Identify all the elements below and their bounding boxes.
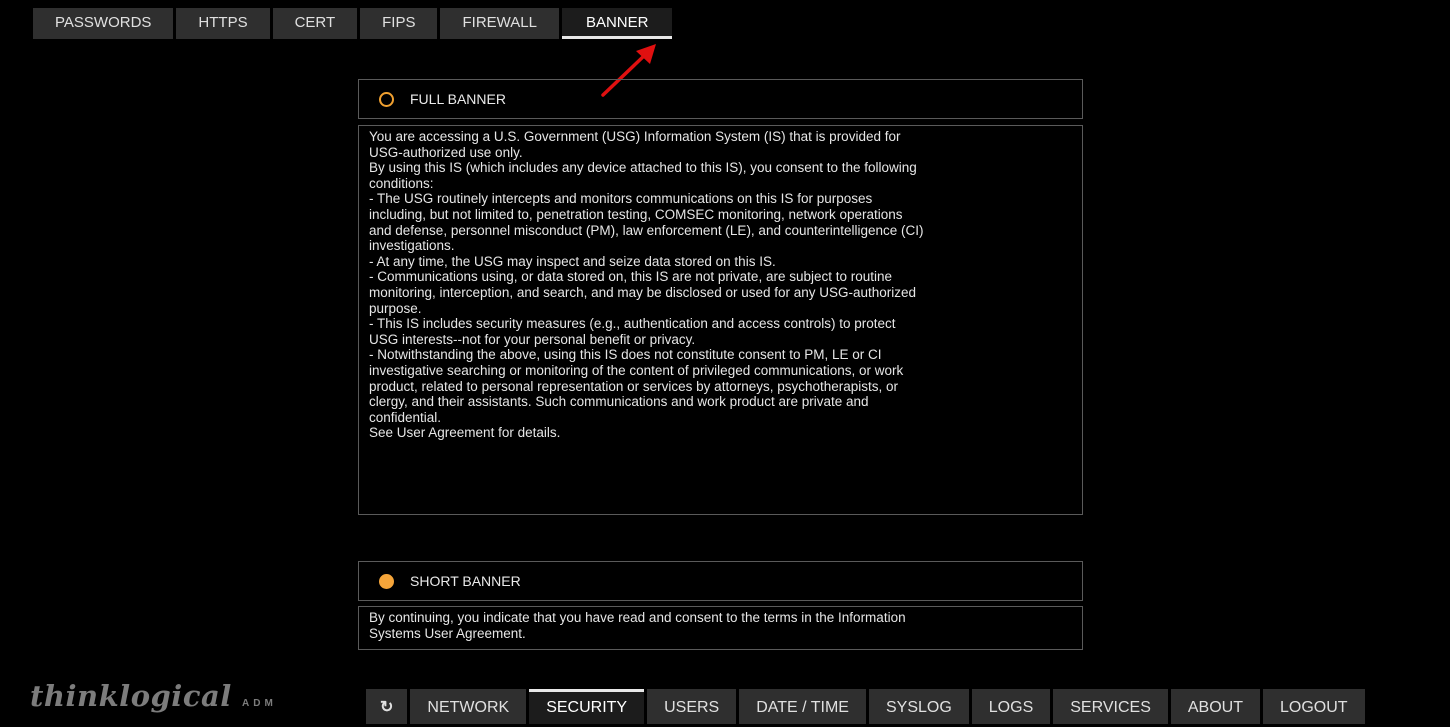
- nav-logout[interactable]: LOGOUT: [1263, 689, 1365, 724]
- text-line: USG-authorized use only.: [369, 144, 523, 160]
- text-line: confidential.: [369, 409, 442, 425]
- text-line: You are accessing a U.S. Government (USG…: [369, 129, 901, 144]
- text-line: monitoring, interception, and search, an…: [369, 284, 917, 300]
- text-line: conditions:: [369, 175, 434, 191]
- text-line: By continuing, you indicate that you hav…: [369, 610, 906, 625]
- full-banner-text: You are accessing a U.S. Government (USG…: [358, 125, 1083, 515]
- refresh-icon[interactable]: ↻: [366, 689, 408, 724]
- text-line: investigations.: [369, 238, 455, 254]
- text-line: including, but not limited to, penetrati…: [369, 206, 903, 222]
- text-line: - This IS includes security measures (e.…: [369, 316, 896, 332]
- full-banner-option[interactable]: FULL BANNER: [358, 79, 1083, 119]
- nav-date-time[interactable]: DATE / TIME: [739, 689, 866, 724]
- text-line: Systems User Agreement.: [369, 625, 526, 641]
- text-line: product, related to personal representat…: [369, 378, 899, 394]
- text-line: - The USG routinely intercepts and monit…: [369, 191, 873, 207]
- text-line: clergy, and their assistants. Such commu…: [369, 394, 869, 410]
- text-line: investigative searching or monitoring of…: [369, 362, 904, 378]
- tab-https[interactable]: HTTPS: [176, 8, 270, 39]
- text-line: - Communications using, or data stored o…: [369, 269, 893, 285]
- nav-users[interactable]: USERS: [647, 689, 737, 724]
- main-nav: ↻ NETWORK SECURITY USERS DATE / TIME SYS…: [366, 689, 1365, 724]
- short-banner-option[interactable]: SHORT BANNER: [358, 561, 1083, 601]
- nav-syslog[interactable]: SYSLOG: [868, 689, 969, 724]
- tab-passwords[interactable]: PASSWORDS: [33, 8, 174, 39]
- short-banner-radio[interactable]: [379, 573, 394, 589]
- text-line: and defense, personnel misconduct (PM), …: [369, 222, 924, 238]
- tab-firewall[interactable]: FIREWALL: [440, 8, 559, 39]
- text-line: USG interests--not for your personal ben…: [369, 331, 696, 347]
- text-line: - Notwithstanding the above, using this …: [369, 347, 882, 363]
- tab-banner[interactable]: BANNER: [561, 8, 673, 39]
- tab-cert[interactable]: CERT: [272, 8, 358, 39]
- full-banner-label: FULL BANNER: [410, 91, 506, 107]
- thinklogical-logo: thinklogical: [30, 679, 232, 713]
- text-line: - At any time, the USG may inspect and s…: [369, 253, 776, 269]
- text-line: See User Agreement for details.: [369, 425, 561, 441]
- tab-fips[interactable]: FIPS: [360, 8, 438, 39]
- nav-security[interactable]: SECURITY: [529, 689, 645, 724]
- full-banner-radio[interactable]: [379, 91, 394, 107]
- nav-services[interactable]: SERVICES: [1053, 689, 1168, 724]
- security-subtabs: PASSWORDS HTTPS CERT FIPS FIREWALL BANNE…: [33, 8, 673, 39]
- nav-about[interactable]: ABOUT: [1170, 689, 1260, 724]
- nav-network[interactable]: NETWORK: [410, 689, 527, 724]
- short-banner-text: By continuing, you indicate that you hav…: [358, 606, 1083, 650]
- nav-logs[interactable]: LOGS: [971, 689, 1051, 724]
- logo-suffix: ADM: [242, 698, 277, 709]
- text-line: By using this IS (which includes any dev…: [369, 160, 917, 176]
- short-banner-label: SHORT BANNER: [410, 573, 521, 589]
- text-line: purpose.: [369, 300, 422, 316]
